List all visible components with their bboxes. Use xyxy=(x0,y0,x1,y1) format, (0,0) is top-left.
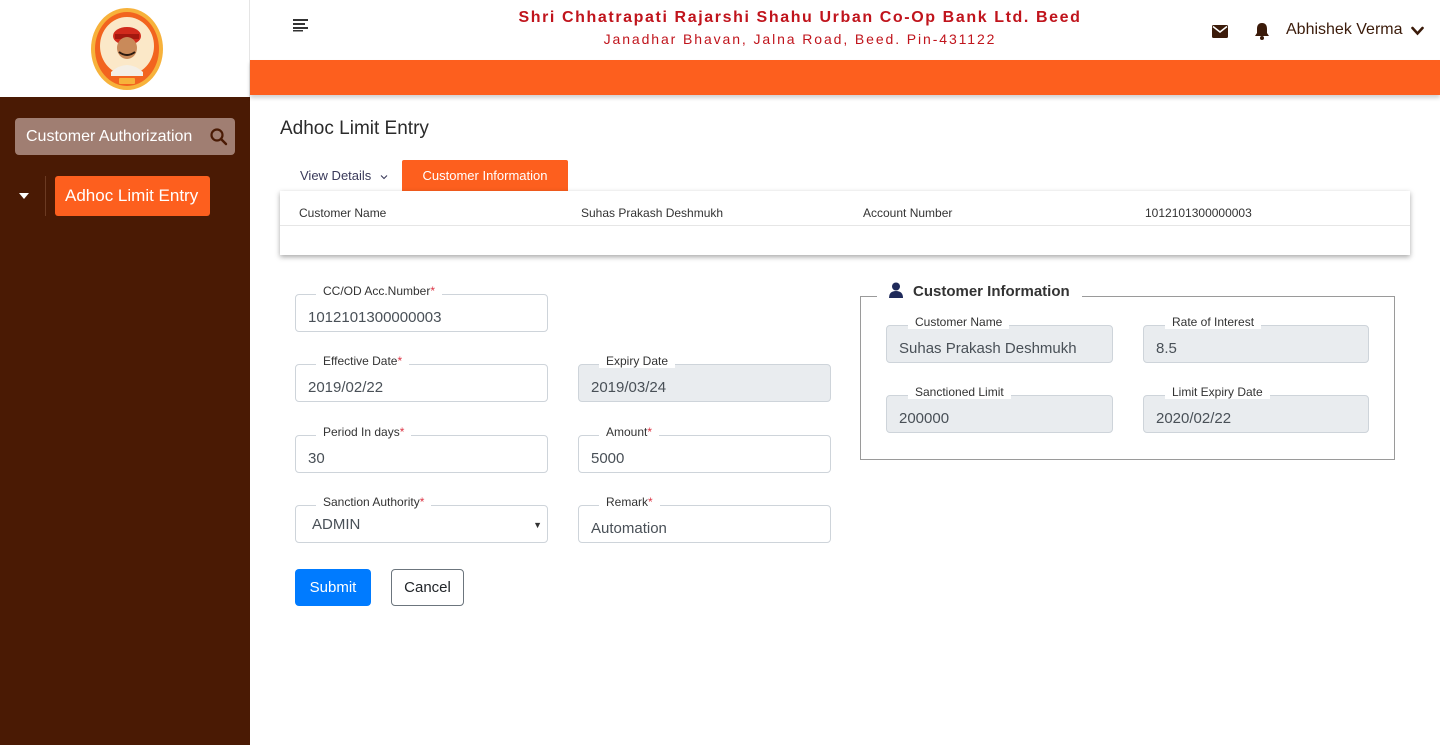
sidebar-search xyxy=(15,118,235,155)
bank-name: Shri Chhatrapati Rajarshi Shahu Urban Co… xyxy=(518,9,1082,26)
ci-rate-of-interest-input xyxy=(1144,326,1368,362)
amount-field: Amount* xyxy=(578,425,831,473)
expiry-date-field: Expiry Date xyxy=(578,354,831,402)
header-accent-bar xyxy=(250,60,1440,95)
sanction-authority-select[interactable]: ADMIN ▼ Sanction Authority* xyxy=(295,495,548,543)
bank-address: Janadhar Bhavan, Jalna Road, Beed. Pin-4… xyxy=(603,31,997,47)
remark-label: Remark* xyxy=(599,495,660,509)
menu-icon[interactable] xyxy=(293,18,309,32)
ci-customer-name-input xyxy=(887,326,1112,362)
expiry-date-input xyxy=(579,365,830,401)
sidebar-search-input[interactable] xyxy=(15,118,201,155)
bank-logo xyxy=(91,8,163,90)
envelope-icon[interactable] xyxy=(1212,25,1228,38)
select-caret-icon: ▼ xyxy=(533,520,542,530)
expiry-date-label: Expiry Date xyxy=(599,354,676,368)
page-title: Adhoc Limit Entry xyxy=(280,118,429,139)
user-menu[interactable]: Abhishek Verma xyxy=(1286,21,1403,39)
effective-date-input[interactable] xyxy=(296,365,547,401)
account-number-label: Account Number xyxy=(863,206,953,220)
chevron-down-icon[interactable] xyxy=(1411,26,1424,36)
sanction-authority-label: Sanction Authority* xyxy=(316,495,432,509)
period-days-input[interactable] xyxy=(296,436,547,472)
amount-input[interactable] xyxy=(579,436,830,472)
logo-area xyxy=(0,0,250,97)
ci-sanctioned-limit-input xyxy=(887,396,1112,432)
bell-icon[interactable] xyxy=(1254,22,1270,40)
ci-limit-expiry-date-input xyxy=(1144,396,1368,432)
ci-rate-of-interest-field: Rate of Interest xyxy=(1143,315,1369,363)
sidebar: Adhoc Limit Entry xyxy=(0,0,250,745)
search-icon[interactable] xyxy=(209,127,229,147)
acc-number-input[interactable] xyxy=(296,295,547,331)
customer-name-value: Suhas Prakash Deshmukh xyxy=(581,206,724,220)
effective-date-label: Effective Date* xyxy=(316,354,410,368)
tab-view-details[interactable]: View Details xyxy=(300,168,388,183)
ci-customer-name-field: Customer Name xyxy=(886,315,1113,363)
account-number-value: 1012101300000003 xyxy=(1145,206,1252,220)
customer-information-legend: Customer Information xyxy=(877,282,1082,304)
sanction-authority-value: ADMIN xyxy=(312,516,361,533)
ci-sanctioned-limit-field: Sanctioned Limit xyxy=(886,385,1113,433)
menu-collapse-caret-icon[interactable] xyxy=(17,191,31,201)
top-header: Shri Chhatrapati Rajarshi Shahu Urban Co… xyxy=(250,0,1440,60)
chevron-down-icon xyxy=(380,174,388,179)
tab-view-details-label: View Details xyxy=(300,168,372,183)
ci-rate-of-interest-label: Rate of Interest xyxy=(1165,315,1262,329)
ci-limit-expiry-date-field: Limit Expiry Date xyxy=(1143,385,1369,433)
ci-customer-name-label: Customer Name xyxy=(908,315,1010,329)
customer-summary-card: Customer Name Suhas Prakash Deshmukh Acc… xyxy=(280,191,1410,255)
acc-number-field: CC/OD Acc.Number* xyxy=(295,284,548,332)
table-row: Customer Name Suhas Prakash Deshmukh Acc… xyxy=(280,191,1410,226)
ci-sanctioned-limit-label: Sanctioned Limit xyxy=(908,385,1011,399)
remark-input[interactable] xyxy=(579,506,830,542)
period-days-field: Period In days* xyxy=(295,425,548,473)
sidebar-item-adhoc-limit-entry[interactable]: Adhoc Limit Entry xyxy=(55,176,210,216)
ci-limit-expiry-date-label: Limit Expiry Date xyxy=(1165,385,1270,399)
acc-number-label: CC/OD Acc.Number* xyxy=(316,284,443,298)
amount-label: Amount* xyxy=(599,425,660,439)
submit-button[interactable]: Submit xyxy=(295,569,371,606)
period-days-label: Period In days* xyxy=(316,425,412,439)
tab-customer-information[interactable]: Customer Information xyxy=(402,160,568,191)
menu-divider xyxy=(45,176,46,216)
remark-field: Remark* xyxy=(578,495,831,543)
user-icon xyxy=(889,282,903,298)
cancel-button[interactable]: Cancel xyxy=(391,569,464,606)
effective-date-field: Effective Date* xyxy=(295,354,548,402)
customer-name-label: Customer Name xyxy=(299,206,387,220)
